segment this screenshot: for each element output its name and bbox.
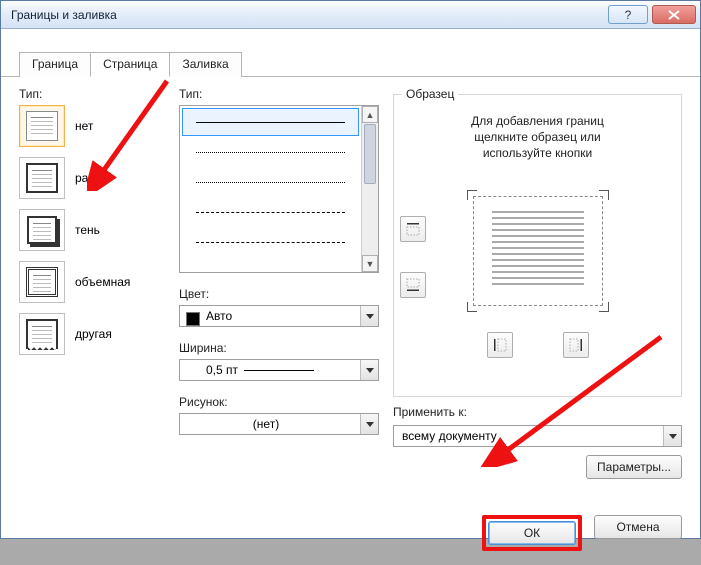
preview-column: Образец Для добавления границ щелкните о… <box>393 87 682 495</box>
sample-message: Для добавления границ щелкните образец и… <box>402 113 673 162</box>
scroll-up-icon[interactable]: ▲ <box>362 106 378 123</box>
style-label: Тип: <box>179 87 202 101</box>
apply-to-label: Применить к: <box>393 405 467 419</box>
type-option-3d[interactable]: объемная <box>19 261 171 303</box>
art-label: Рисунок: <box>179 395 379 409</box>
options-button[interactable]: Параметры... <box>586 455 682 479</box>
type-3d-icon <box>19 261 65 303</box>
scroll-thumb[interactable] <box>364 124 376 184</box>
title-bar: Границы и заливка ? <box>1 1 700 29</box>
type-option-frame[interactable]: рамка <box>19 157 171 199</box>
button-bar: ОК Отмена <box>1 507 700 565</box>
color-dropdown[interactable]: Авто <box>179 305 379 327</box>
scroll-down-icon[interactable]: ▼ <box>362 255 378 272</box>
preview-page[interactable] <box>473 196 603 306</box>
border-bottom-button[interactable] <box>400 272 426 298</box>
dialog-content: Тип: нет рамка тень объемная другая <box>1 77 700 507</box>
width-dropdown[interactable]: 0,5 пт <box>179 359 379 381</box>
tab-bar: Граница Страница Заливка <box>1 29 700 77</box>
line-style-solid[interactable] <box>182 108 359 136</box>
line-style-dense-dashed[interactable] <box>182 168 359 196</box>
line-style-list[interactable]: ▲ ▼ <box>179 105 379 273</box>
sample-fieldset: Образец Для добавления границ щелкните о… <box>393 87 682 397</box>
style-column: Тип: ▲ ▼ Цвет: Авто <box>179 87 379 495</box>
line-style-dashed[interactable] <box>182 198 359 226</box>
line-style-dashdot[interactable] <box>182 258 359 272</box>
width-sample-line-icon <box>244 370 314 371</box>
tab-border[interactable]: Граница <box>19 52 91 77</box>
line-style-dotted[interactable] <box>182 138 359 166</box>
ok-button[interactable]: ОК <box>488 521 576 545</box>
type-none-icon <box>19 105 65 147</box>
border-top-button[interactable] <box>400 216 426 242</box>
type-option-shadow[interactable]: тень <box>19 209 171 251</box>
help-button[interactable]: ? <box>608 5 648 24</box>
color-label: Цвет: <box>179 287 379 301</box>
border-right-button[interactable] <box>563 332 589 358</box>
cancel-button[interactable]: Отмена <box>594 515 682 539</box>
apply-to-row: Применить к: всему документу <box>393 405 682 447</box>
line-style-long-dashed[interactable] <box>182 228 359 256</box>
type-shadow-icon <box>19 209 65 251</box>
chevron-down-icon[interactable] <box>360 414 378 434</box>
tab-fill[interactable]: Заливка <box>169 52 241 77</box>
window-title: Границы и заливка <box>11 8 604 22</box>
chevron-down-icon[interactable] <box>360 360 378 380</box>
chevron-down-icon[interactable] <box>360 306 378 326</box>
type-option-none[interactable]: нет <box>19 105 171 147</box>
chevron-down-icon[interactable] <box>663 426 681 446</box>
type-column: Тип: нет рамка тень объемная другая <box>19 87 171 495</box>
width-label: Ширина: <box>179 341 379 355</box>
preview-area <box>402 176 673 326</box>
art-dropdown[interactable]: (нет) <box>179 413 379 435</box>
border-left-button[interactable] <box>487 332 513 358</box>
apply-to-dropdown[interactable]: всему документу <box>393 425 682 447</box>
auto-color-swatch-icon <box>186 312 200 326</box>
tab-page[interactable]: Страница <box>90 52 170 77</box>
type-label: Тип: <box>19 87 42 101</box>
style-scrollbar[interactable]: ▲ ▼ <box>361 106 378 272</box>
ok-highlight: ОК <box>482 515 582 551</box>
type-option-other[interactable]: другая <box>19 313 171 355</box>
sample-legend: Образец <box>402 87 458 101</box>
type-frame-icon <box>19 157 65 199</box>
dialog-window: Границы и заливка ? Граница Страница Зал… <box>0 0 701 539</box>
close-button[interactable] <box>652 5 696 24</box>
type-other-icon <box>19 313 65 355</box>
